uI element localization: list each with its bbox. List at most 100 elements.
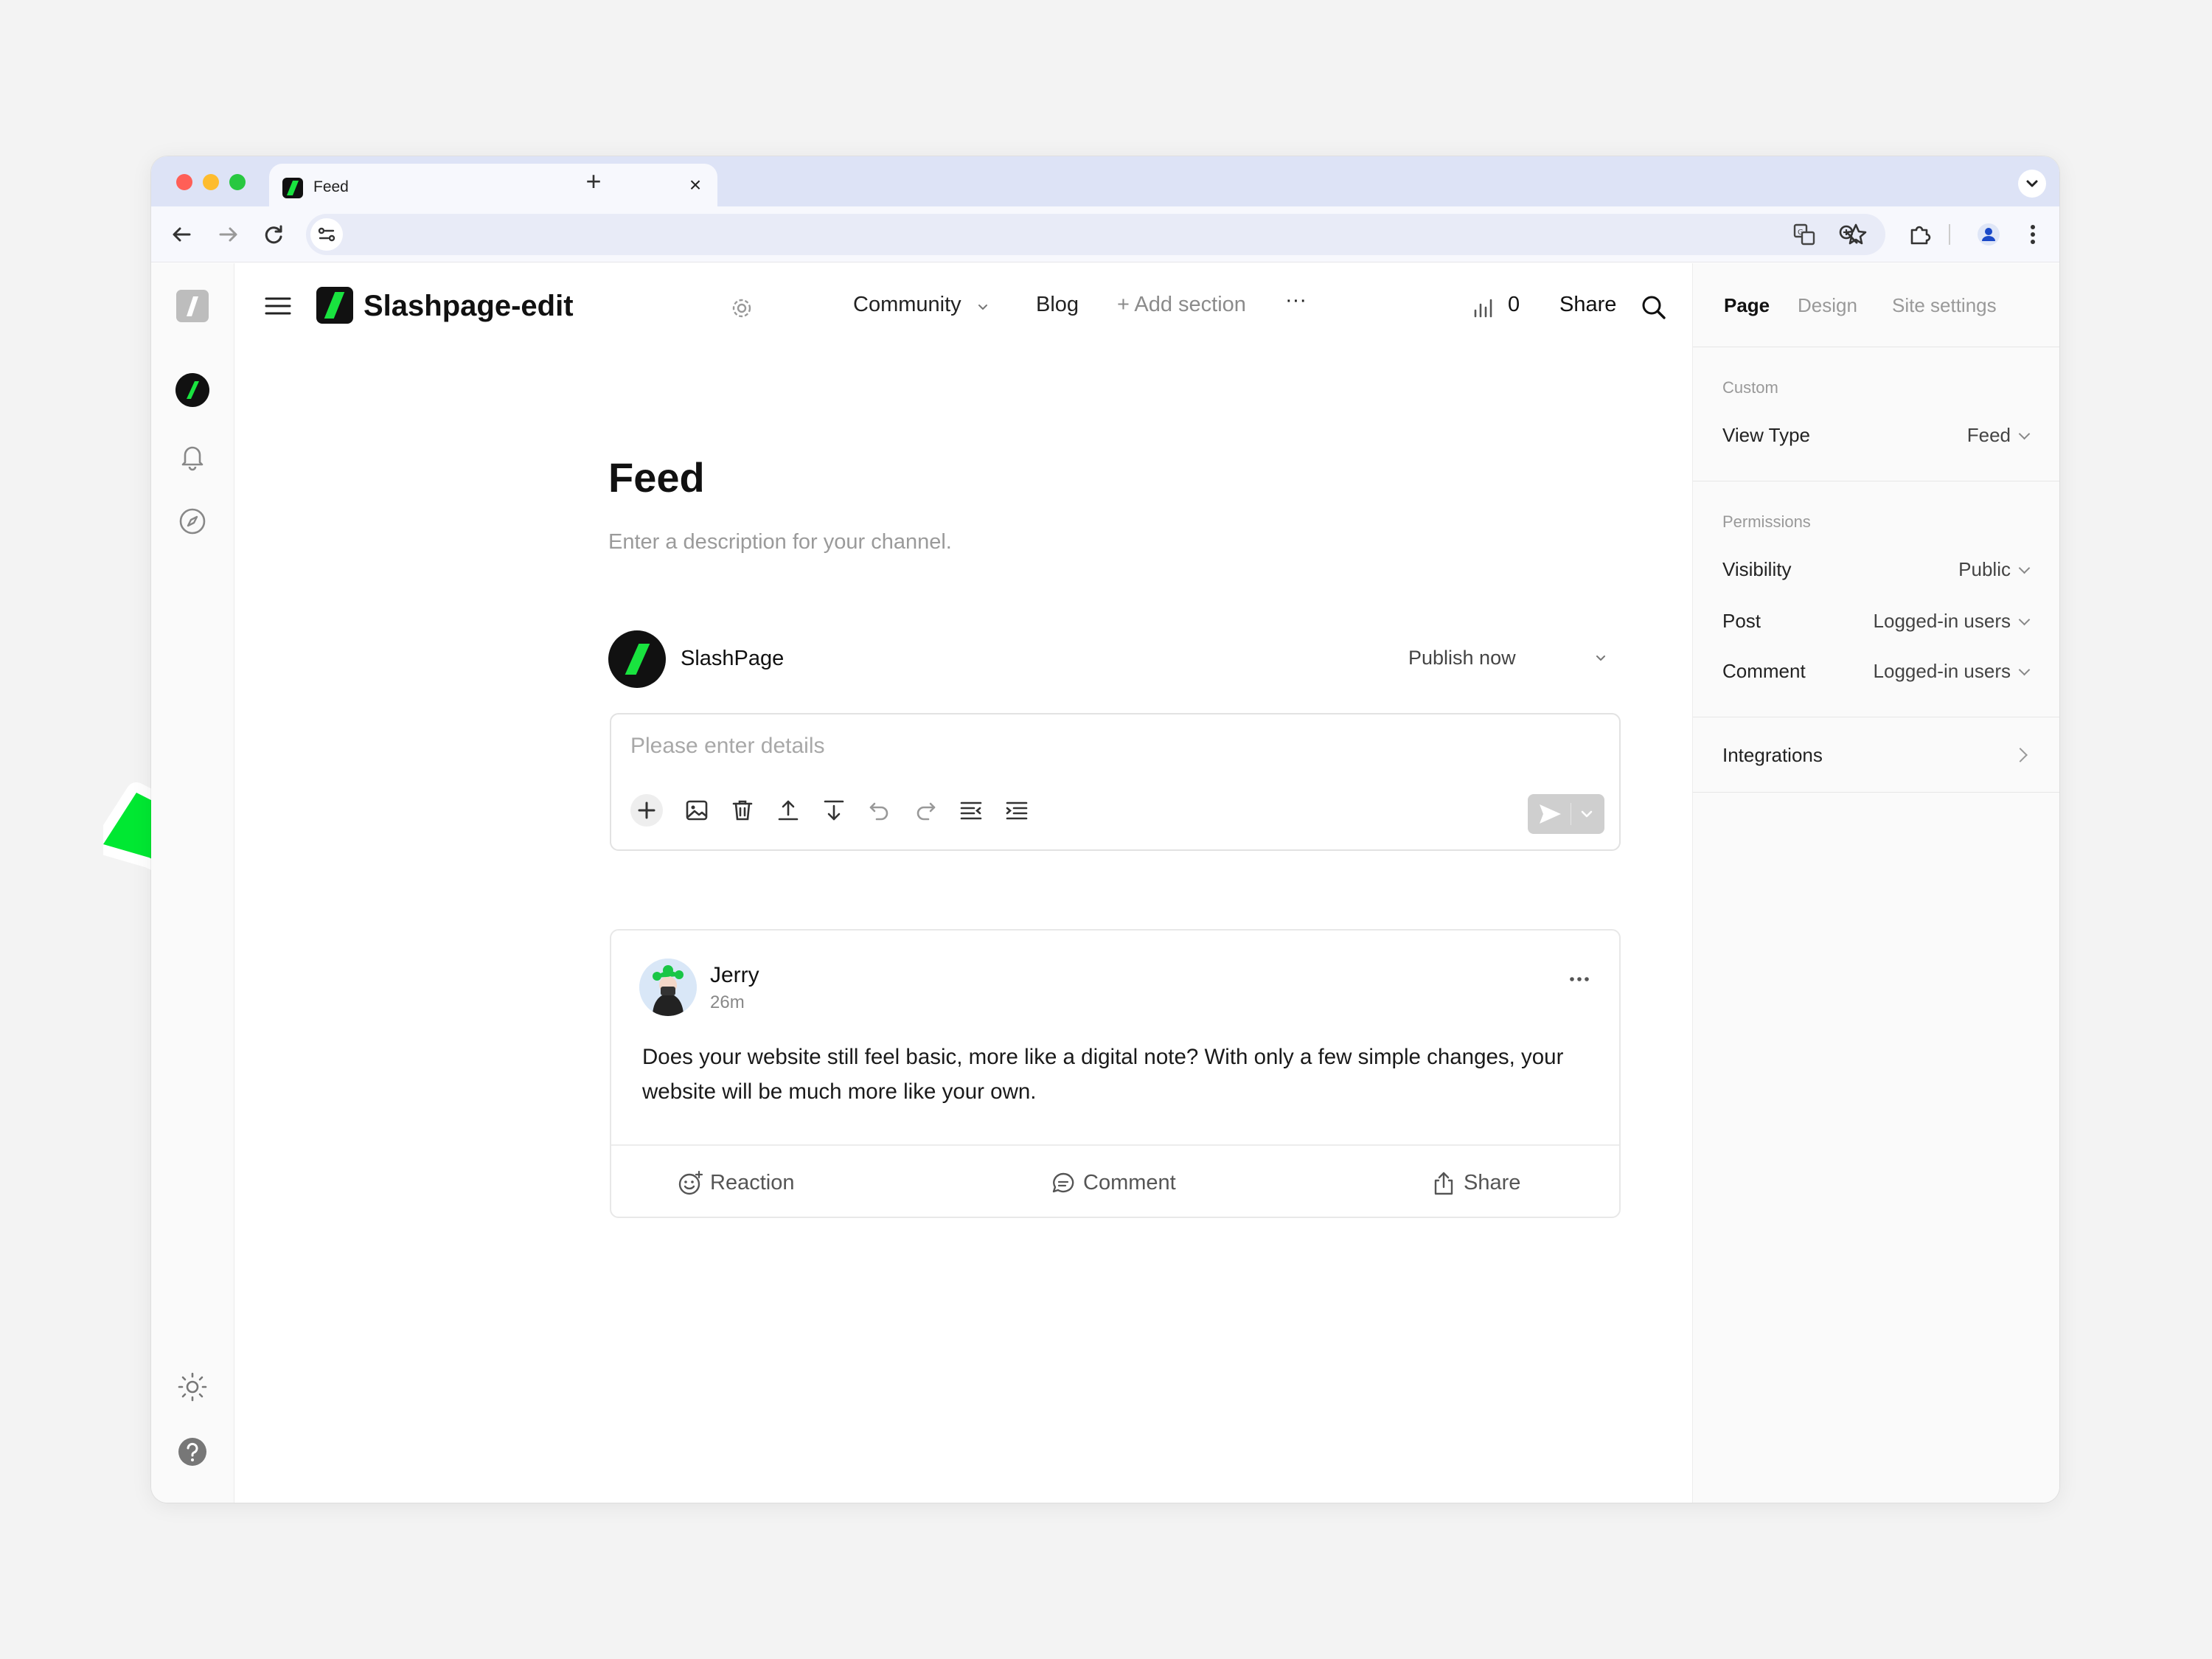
omnibox[interactable]: G <box>306 214 1885 255</box>
close-window-button[interactable] <box>176 174 192 190</box>
more-icon[interactable] <box>1565 964 1594 994</box>
visibility-select[interactable]: Public <box>1958 558 2030 581</box>
tab-title: Feed <box>313 178 349 195</box>
publish-now-dropdown[interactable]: Publish now <box>1408 647 1516 669</box>
download-icon[interactable] <box>818 794 850 827</box>
author-avatar[interactable] <box>639 959 697 1016</box>
tab-design[interactable]: Design <box>1798 294 1857 317</box>
integrations-row[interactable]: Integrations <box>1693 717 2059 793</box>
new-tab-button[interactable]: + <box>577 165 610 198</box>
search-icon[interactable] <box>1639 293 1669 322</box>
permissions-caption: Permissions <box>1722 512 1811 531</box>
toolbar-divider <box>1949 224 1950 245</box>
view-type-select[interactable]: Feed <box>1967 424 2030 447</box>
reaction-button[interactable]: Reaction <box>676 1168 824 1197</box>
page-title[interactable]: Feed <box>608 453 705 501</box>
settings-tabs: Page Design Site settings <box>1693 263 2059 347</box>
indent-icon[interactable] <box>1001 794 1033 827</box>
tab-close-button[interactable]: × <box>684 173 707 197</box>
outdent-icon[interactable] <box>955 794 987 827</box>
svg-text:G: G <box>1798 229 1804 237</box>
custom-section: Custom View Type Feed <box>1693 347 2059 481</box>
add-block-button[interactable] <box>630 794 663 827</box>
site-top-nav: Slashpage-edit Community Blog + Add sect… <box>235 263 1810 350</box>
smile-icon <box>678 1170 703 1195</box>
main-content: Slashpage-edit Community Blog + Add sect… <box>235 263 1810 1503</box>
comment-icon <box>1052 1172 1074 1193</box>
nav-blog[interactable]: Blog <box>1036 293 1079 317</box>
workspace-avatar-icon[interactable] <box>173 371 212 409</box>
nav-share-button[interactable]: Share <box>1559 293 1616 317</box>
address-bar-row: G <box>151 206 2059 262</box>
stats-count: 0 <box>1508 293 1520 316</box>
forward-arrow-icon[interactable] <box>212 218 244 251</box>
image-icon[interactable] <box>681 794 713 827</box>
nav-community[interactable]: Community <box>853 293 961 317</box>
feed-post: Jerry 26m Does your website still feel b… <box>610 929 1621 1218</box>
tab-strip: Feed × + <box>151 156 2059 206</box>
permissions-section: Permissions Visibility Public Post Logge… <box>1693 481 2059 717</box>
stats-bar-icon[interactable] <box>1471 296 1496 321</box>
profile-icon[interactable] <box>1972 218 2005 251</box>
upload-icon[interactable] <box>772 794 804 827</box>
integrations-label: Integrations <box>1722 744 1823 766</box>
composer-input[interactable] <box>630 734 1294 759</box>
page-description[interactable]: Enter a description for your channel. <box>608 530 952 554</box>
avatar-illustration-icon <box>639 959 697 1016</box>
site-info-button[interactable] <box>310 218 343 251</box>
kebab-icon[interactable] <box>2017 218 2049 251</box>
chevron-right-icon <box>2013 748 2028 762</box>
slashpage-logo-icon[interactable] <box>173 287 212 325</box>
translate-icon[interactable]: G <box>1788 218 1820 251</box>
post-timestamp: 26m <box>710 992 745 1012</box>
compass-icon[interactable] <box>173 502 212 540</box>
post-author-name[interactable]: Jerry <box>710 963 759 988</box>
bell-icon[interactable] <box>173 437 212 476</box>
plus-icon <box>638 801 655 819</box>
chevron-down-icon <box>2026 180 2038 187</box>
comment-button[interactable]: Comment <box>1049 1168 1204 1197</box>
view-type-label: View Type <box>1722 424 1811 446</box>
chevron-down-icon[interactable] <box>1578 805 1596 823</box>
comment-permission-select[interactable]: Logged-in users <box>1874 660 2030 683</box>
reload-icon[interactable] <box>257 218 290 251</box>
site-info-icon <box>318 227 335 242</box>
sun-icon[interactable] <box>173 1368 212 1406</box>
left-rail <box>151 263 234 1503</box>
composer-author-name: SlashPage <box>681 647 785 670</box>
help-icon[interactable] <box>173 1433 212 1471</box>
site-name[interactable]: Slashpage-edit <box>364 290 574 323</box>
browser-tab[interactable]: Feed × <box>269 164 717 206</box>
comment-label: Comment <box>1083 1171 1176 1194</box>
custom-caption: Custom <box>1722 378 1778 397</box>
extensions-icon[interactable] <box>1903 218 1935 251</box>
post-actions: Reaction Comment Share <box>611 1144 1619 1218</box>
share-icon <box>1434 1172 1453 1195</box>
back-arrow-icon[interactable] <box>166 218 198 251</box>
nav-add-section[interactable]: + Add section <box>1117 293 1246 317</box>
star-icon[interactable] <box>1840 218 1872 251</box>
post-permission-select[interactable]: Logged-in users <box>1874 610 2030 633</box>
post-permission-label: Post <box>1722 610 1761 632</box>
minimize-window-button[interactable] <box>203 174 219 190</box>
site-logo-icon[interactable] <box>316 287 353 324</box>
share-button[interactable]: Share <box>1430 1168 1562 1197</box>
redo-icon[interactable] <box>909 794 942 827</box>
reaction-label: Reaction <box>710 1171 795 1194</box>
share-label: Share <box>1464 1171 1521 1194</box>
hamburger-icon[interactable] <box>262 290 294 322</box>
chevron-down-icon <box>1596 655 1605 661</box>
send-button[interactable] <box>1528 794 1604 834</box>
send-icon <box>1540 804 1561 824</box>
tab-search-button[interactable] <box>2018 170 2046 198</box>
undo-icon[interactable] <box>863 794 896 827</box>
gear-icon[interactable] <box>729 296 754 321</box>
tab-site-settings[interactable]: Site settings <box>1892 294 1997 317</box>
post-composer <box>610 713 1621 851</box>
maximize-window-button[interactable] <box>229 174 246 190</box>
trash-icon[interactable] <box>726 794 759 827</box>
nav-more-button[interactable]: ··· <box>1285 288 1307 313</box>
tab-page[interactable]: Page <box>1724 294 1770 317</box>
app-area: Slashpage-edit Community Blog + Add sect… <box>151 263 2059 1503</box>
composer-avatar <box>608 630 666 688</box>
